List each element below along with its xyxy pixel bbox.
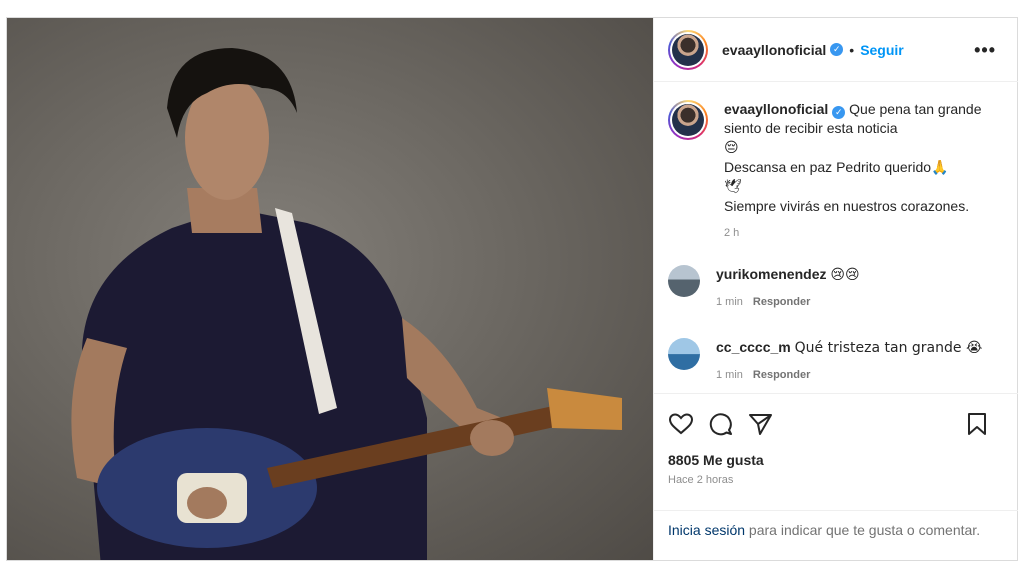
- comment-username[interactable]: yurikomenendez: [716, 266, 826, 282]
- follow-button[interactable]: Seguir: [860, 42, 904, 58]
- musician-photo: [71, 48, 622, 560]
- caption-line-2: Descansa en paz Pedrito querido🙏: [724, 159, 949, 175]
- login-prompt-text: para indicar que te gusta o comentar.: [745, 522, 981, 538]
- comment-text: Qué tristeza tan grande 😭: [794, 340, 983, 356]
- more-options-icon[interactable]: •••: [974, 40, 996, 61]
- heart-icon[interactable]: [668, 412, 694, 436]
- post-header: evaayllonoficial ✓ • Seguir •••: [654, 18, 1018, 82]
- comment-time: 1 min: [716, 296, 743, 308]
- post-side-panel: evaayllonoficial ✓ • Seguir ••• evaayllo…: [653, 18, 1018, 560]
- comments-section: evaayllonoficial ✓ Que pena tan grande si…: [654, 82, 1018, 394]
- post-time: Hace 2 horas: [668, 474, 734, 486]
- dove-emoji-icon: 🕊: [724, 179, 742, 195]
- caption-author-avatar[interactable]: [668, 100, 708, 140]
- comment-username[interactable]: cc_cccc_m: [716, 339, 791, 355]
- comment-text: 😢😢: [830, 267, 860, 283]
- comment-item: yurikomenendez 😢😢 1 min Responder: [668, 265, 1004, 312]
- bookmark-icon[interactable]: [966, 412, 988, 436]
- share-icon[interactable]: [748, 412, 774, 436]
- login-prompt: Inicia sesión para indicar que te gusta …: [654, 510, 1018, 560]
- comment-item: cc_cccc_m Qué tristeza tan grande 😭 1 mi…: [668, 338, 1004, 385]
- caption-author-username[interactable]: evaayllonoficial: [724, 101, 828, 117]
- author-avatar[interactable]: [668, 29, 708, 70]
- author-username[interactable]: evaayllonoficial: [722, 42, 826, 58]
- reply-button[interactable]: Responder: [753, 296, 810, 308]
- likes-count[interactable]: 8805 Me gusta: [654, 446, 1018, 468]
- action-bar: [654, 402, 1018, 446]
- caption-line-3: Siempre vivirás en nuestros corazones.: [724, 198, 970, 214]
- verified-badge-icon: ✓: [830, 43, 844, 56]
- caption-time: 2 h: [724, 227, 740, 239]
- comment-time: 1 min: [716, 369, 743, 381]
- pensive-emoji-icon: 😔: [724, 140, 739, 156]
- post-photo[interactable]: [7, 18, 653, 560]
- comment-icon[interactable]: [708, 412, 734, 436]
- verified-badge-icon: ✓: [832, 106, 846, 119]
- commenter-avatar[interactable]: [668, 265, 700, 297]
- commenter-avatar[interactable]: [668, 338, 700, 370]
- login-link[interactable]: Inicia sesión: [668, 522, 745, 538]
- caption: evaayllonoficial ✓ Que pena tan grande si…: [668, 100, 1004, 243]
- reply-button[interactable]: Responder: [753, 369, 810, 381]
- separator-dot: •: [849, 41, 855, 58]
- instagram-post: evaayllonoficial ✓ • Seguir ••• evaayllo…: [6, 17, 1018, 561]
